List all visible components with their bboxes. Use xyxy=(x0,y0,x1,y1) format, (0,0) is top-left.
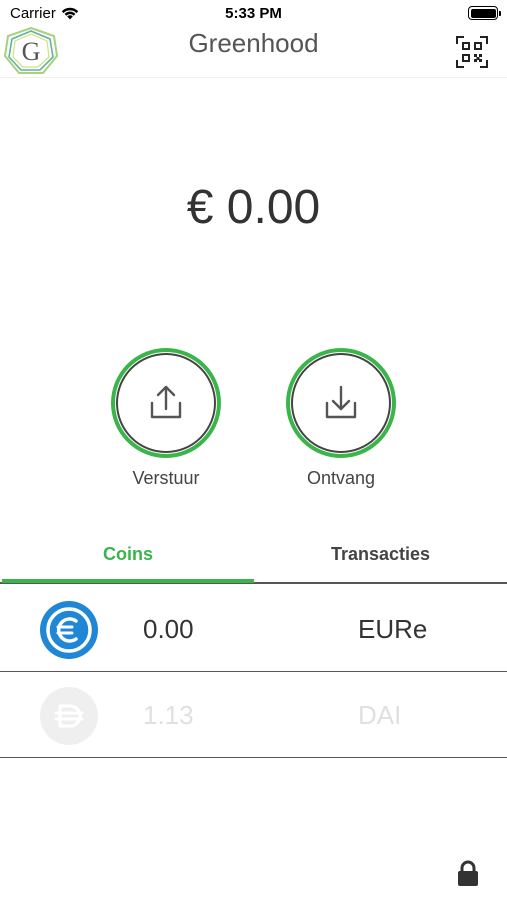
receive-button[interactable] xyxy=(286,348,396,458)
upload-icon xyxy=(150,385,182,419)
status-time: 5:33 PM xyxy=(225,5,282,22)
euro-coin-icon xyxy=(40,601,98,659)
coin-row-eure[interactable]: 0.00 EURe xyxy=(0,586,507,672)
dai-coin-icon xyxy=(40,687,98,745)
nav-bar: G Greenhood xyxy=(0,26,507,78)
tab-coins[interactable]: Coins xyxy=(2,530,254,583)
coin-symbol: DAI xyxy=(358,700,402,730)
download-icon xyxy=(325,385,357,419)
balance-amount: € 0.00 xyxy=(186,181,321,234)
coin-amount: 1.13 xyxy=(143,700,194,730)
qr-code-icon[interactable] xyxy=(456,36,488,68)
tab-transacties[interactable]: Transacties xyxy=(254,530,507,582)
page-title: Greenhood xyxy=(188,28,319,58)
coin-amount: 0.00 xyxy=(143,614,194,644)
status-bar: Carrier 5:33 PM xyxy=(0,0,507,26)
battery-icon xyxy=(468,6,501,20)
lock-icon[interactable] xyxy=(457,860,479,887)
send-action[interactable]: Verstuur xyxy=(111,348,221,489)
send-label: Verstuur xyxy=(132,468,200,488)
receive-label: Ontvang xyxy=(306,468,376,488)
tab-bar: Coins Transacties xyxy=(0,530,507,584)
coin-row-dai[interactable]: 1.13 DAI xyxy=(0,672,507,758)
coin-symbol: EURe xyxy=(358,614,428,644)
receive-action[interactable]: Ontvang xyxy=(286,348,396,489)
send-button[interactable] xyxy=(111,348,221,458)
